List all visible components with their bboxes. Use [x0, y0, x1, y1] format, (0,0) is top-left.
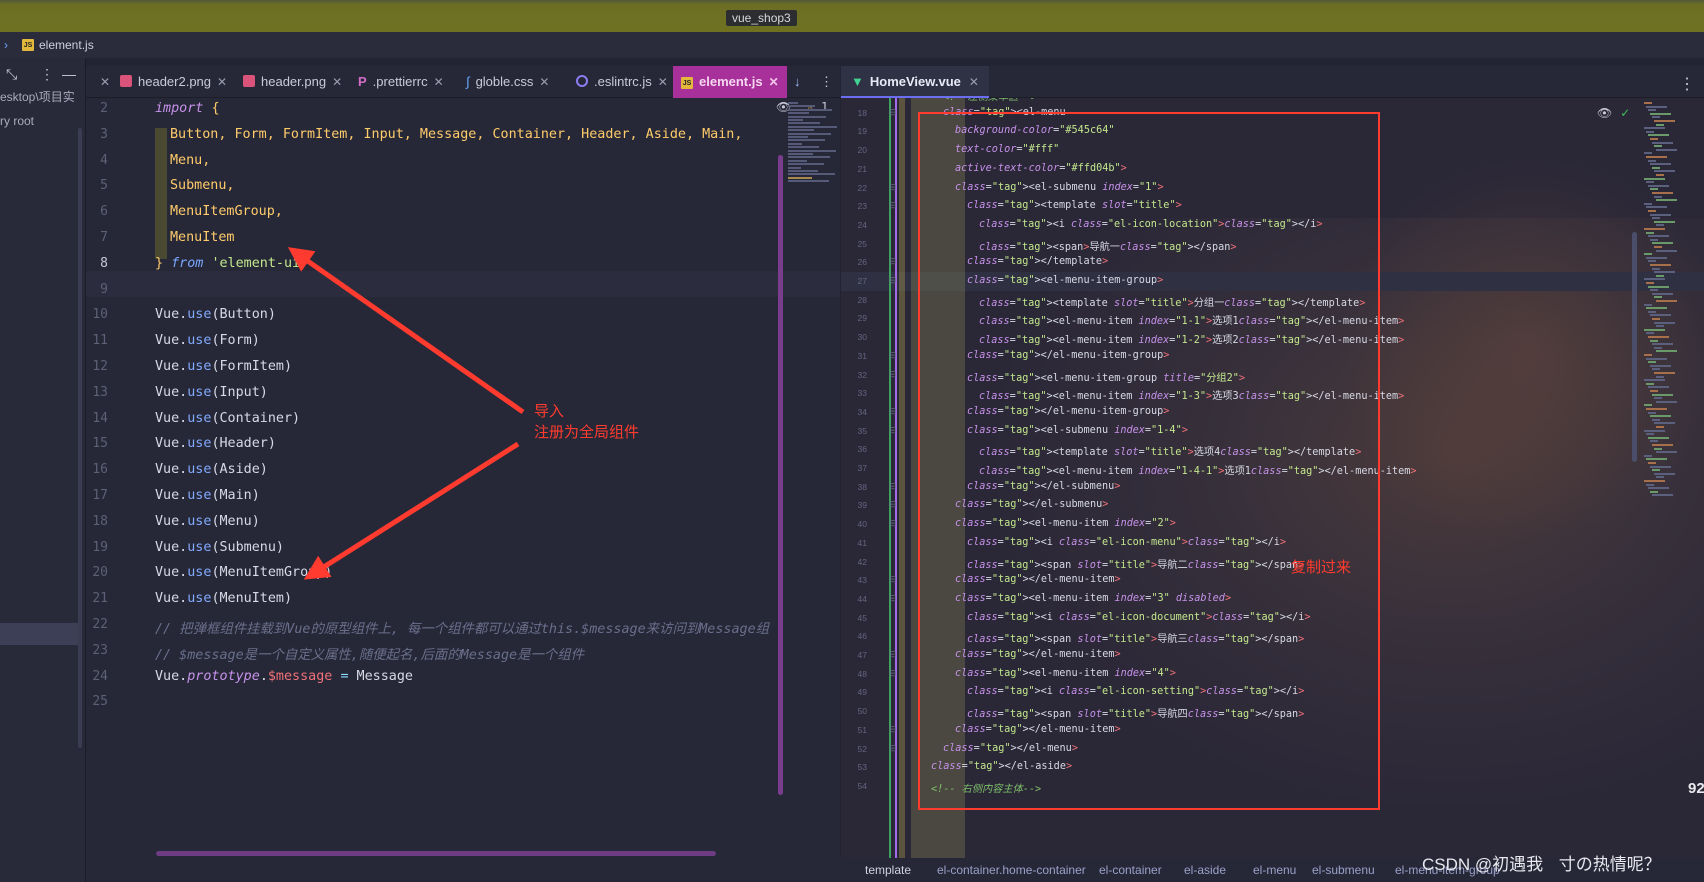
- bottom-bar-left: [86, 858, 841, 882]
- annotation-highlight-box: [918, 112, 1380, 810]
- watermark: CSDN @初遇我ㅤ寸の热情呢？: [1422, 855, 1661, 874]
- tag-breadcrumb-item[interactable]: el-submenu: [1312, 858, 1375, 882]
- tag-breadcrumb-item[interactable]: template: [865, 858, 911, 882]
- annotation-arrows: [287, 247, 525, 580]
- arrow-to-imports: [287, 247, 525, 415]
- annotation-register: 注册为全局组件: [534, 424, 640, 441]
- tag-breadcrumb-item[interactable]: el-container: [1099, 858, 1162, 882]
- arrow-to-register: [303, 441, 520, 580]
- side-badge: 92: [1688, 780, 1704, 797]
- tag-breadcrumb-item[interactable]: el-aside: [1184, 858, 1226, 882]
- annotation-import: 导入: [534, 403, 565, 420]
- tag-breadcrumb-item[interactable]: el-menu: [1253, 858, 1296, 882]
- tag-breadcrumb-item[interactable]: el-container.home-container: [937, 858, 1086, 882]
- annotation-copy: 复制过来: [1291, 559, 1352, 576]
